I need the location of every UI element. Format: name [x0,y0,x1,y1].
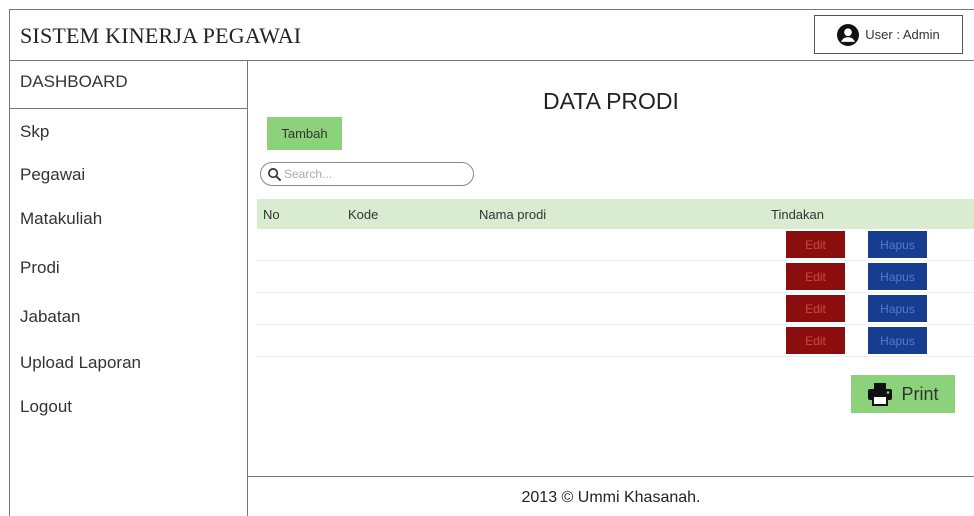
sidebar: DASHBOARD Skp Pegawai Matakuliah Prodi J… [9,61,248,516]
delete-button[interactable]: Hapus [868,327,927,354]
sidebar-dashboard[interactable]: DASHBOARD [9,61,247,109]
user-circle-icon [837,23,860,46]
table-row: Edit Hapus [257,325,974,357]
main-content: DATA PRODI Tambah No Kode Nama prodi Tin… [248,61,974,516]
edit-button[interactable]: Edit [786,263,845,290]
search-box[interactable] [260,162,474,186]
user-label: User : Admin [865,27,940,42]
search-icon [268,167,282,181]
sidebar-item-logout[interactable]: Logout [20,397,72,417]
column-header-no: No [263,207,280,222]
header: SISTEM KINERJA PEGAWAI User : Admin [9,9,974,61]
sidebar-item-pegawai[interactable]: Pegawai [20,165,85,185]
printer-icon [868,383,893,406]
user-menu-button[interactable]: User : Admin [814,15,963,54]
table-row: Edit Hapus [257,261,974,293]
delete-button[interactable]: Hapus [868,263,927,290]
edit-button[interactable]: Edit [786,295,845,322]
delete-button[interactable]: Hapus [868,295,927,322]
table-header: No Kode Nama prodi Tindakan [257,199,974,229]
table-row: Edit Hapus [257,229,974,261]
table-row: Edit Hapus [257,293,974,325]
delete-button[interactable]: Hapus [868,231,927,258]
print-label: Print [901,383,939,404]
print-button[interactable]: Print [851,375,955,413]
sidebar-item-jabatan[interactable]: Jabatan [20,307,81,327]
page-title: DATA PRODI [543,88,679,114]
sidebar-item-matakuliah[interactable]: Matakuliah [20,209,102,229]
edit-button[interactable]: Edit [786,327,845,354]
app-title: SISTEM KINERJA PEGAWAI [20,23,302,48]
sidebar-item-prodi[interactable]: Prodi [20,258,60,278]
edit-button[interactable]: Edit [786,231,845,258]
search-input[interactable] [284,167,464,181]
footer: 2013 © Ummi Khasanah. [248,476,974,516]
column-header-nama-prodi: Nama prodi [479,207,547,222]
column-header-tindakan: Tindakan [771,207,824,222]
column-header-kode: Kode [348,207,379,222]
add-button[interactable]: Tambah [267,117,342,150]
sidebar-item-upload-laporan[interactable]: Upload Laporan [20,353,141,373]
sidebar-item-skp[interactable]: Skp [20,122,49,142]
